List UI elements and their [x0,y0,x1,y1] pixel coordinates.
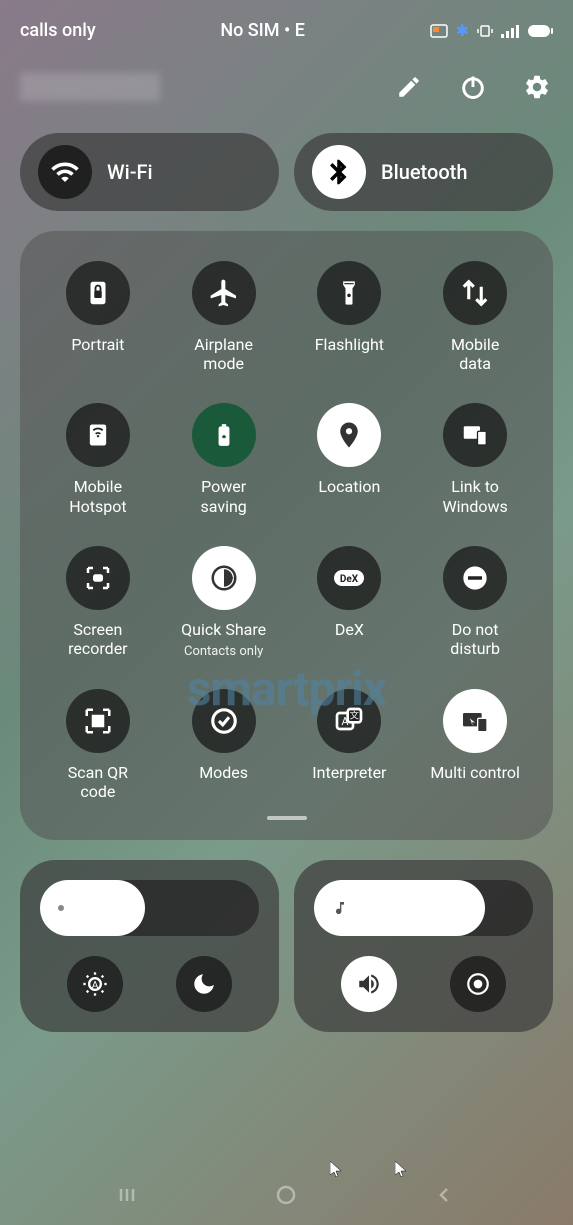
tile-flashlight[interactable]: Flashlight [292,261,408,373]
date-time-blurred [20,73,160,101]
sound-output-button[interactable] [450,956,506,1012]
wifi-icon [38,145,92,199]
tile-quickshare[interactable]: Quick Share Contacts only [166,546,282,659]
tile-interpreter[interactable]: A文 Interpreter [292,689,408,801]
tile-multicontrol[interactable]: Multi control [417,689,533,801]
brightness-dot-icon [58,905,64,911]
wifi-toggle[interactable]: Wi-Fi [20,133,279,211]
quickshare-icon [192,546,256,610]
tile-linkwindows[interactable]: Link to Windows [417,403,533,515]
sound-button[interactable] [341,956,397,1012]
devices-icon [443,403,507,467]
back-button[interactable] [432,1183,456,1207]
tile-label: Interpreter [312,763,386,782]
brightness-panel: A [20,860,279,1032]
hotspot-icon [66,403,130,467]
volume-slider[interactable] [314,880,533,936]
tile-label: Do not disturb [450,620,500,658]
tile-label: Power saving [200,477,246,515]
airplane-icon [192,261,256,325]
signal-icon [501,24,519,38]
qrcode-icon [66,689,130,753]
tile-dnd[interactable]: Do not disturb [417,546,533,659]
svg-text:A: A [342,715,349,728]
tile-modes[interactable]: Modes [166,689,282,801]
music-note-icon [332,900,348,916]
status-sim-text: No SIM • E [220,20,305,41]
dex-icon: DeX [317,546,381,610]
tile-screenrecorder[interactable]: Screen recorder [40,546,156,659]
updown-icon [443,261,507,325]
tile-label: Link to Windows [442,477,507,515]
dark-mode-button[interactable] [176,956,232,1012]
navigation-bar [0,1165,573,1225]
wifi-label: Wi-Fi [107,160,153,184]
home-button[interactable] [274,1183,298,1207]
status-icons: ✱ [430,21,553,40]
bluetooth-label: Bluetooth [381,160,467,184]
tile-mobiledata[interactable]: Mobile data [417,261,533,373]
tile-label: Modes [199,763,248,782]
screenrecord-icon [66,546,130,610]
panel-header [0,51,573,118]
tile-location[interactable]: Location [292,403,408,515]
minus-icon [443,546,507,610]
battery-icon [527,24,553,38]
edit-button[interactable] [393,71,425,103]
tile-label: Portrait [71,335,124,354]
tile-label: Screen recorder [68,620,127,658]
tile-label: Mobile Hotspot [69,477,126,515]
multicontrol-icon [443,689,507,753]
cast-icon [430,24,448,38]
svg-text:文: 文 [350,709,359,721]
tile-label: Location [318,477,380,496]
battery-leaf-icon [192,403,256,467]
tile-powersaving[interactable]: Power saving [166,403,282,515]
tile-label: Mobile data [451,335,499,373]
location-icon [317,403,381,467]
bluetooth-toggle[interactable]: Bluetooth [294,133,553,211]
tile-airplane[interactable]: Airplane mode [166,261,282,373]
auto-brightness-button[interactable]: A [67,956,123,1012]
svg-text:A: A [91,979,98,992]
tile-portrait[interactable]: Portrait [40,261,156,373]
modes-icon [192,689,256,753]
lock-rotation-icon [66,261,130,325]
interpreter-icon: A文 [317,689,381,753]
status-network-text: calls only [20,20,96,41]
tile-label: Scan QR code [68,763,128,801]
volume-panel [294,860,553,1032]
settings-button[interactable] [521,71,553,103]
tile-label: Quick Share [181,620,266,639]
bluetooth-icon [312,145,366,199]
drag-handle[interactable] [267,816,307,820]
tile-sublabel: Contacts only [184,644,263,659]
tile-label: Airplane mode [194,335,253,373]
tile-qrcode[interactable]: Scan QR code [40,689,156,801]
brightness-slider[interactable] [40,880,259,936]
tile-label: Flashlight [315,335,384,354]
tile-label: DeX [335,620,364,639]
power-button[interactable] [457,71,489,103]
vibrate-icon [477,24,493,38]
bluetooth-status-icon: ✱ [456,21,469,40]
quick-settings-panel: Portrait Airplane mode Flashlight Mobile… [20,231,553,840]
svg-text:DeX: DeX [340,574,359,585]
recents-button[interactable] [117,1183,141,1207]
tile-label: Multi control [430,763,520,782]
tile-dex[interactable]: DeX DeX [292,546,408,659]
flashlight-icon [317,261,381,325]
status-bar: calls only No SIM • E ✱ [0,0,573,51]
tile-hotspot[interactable]: Mobile Hotspot [40,403,156,515]
